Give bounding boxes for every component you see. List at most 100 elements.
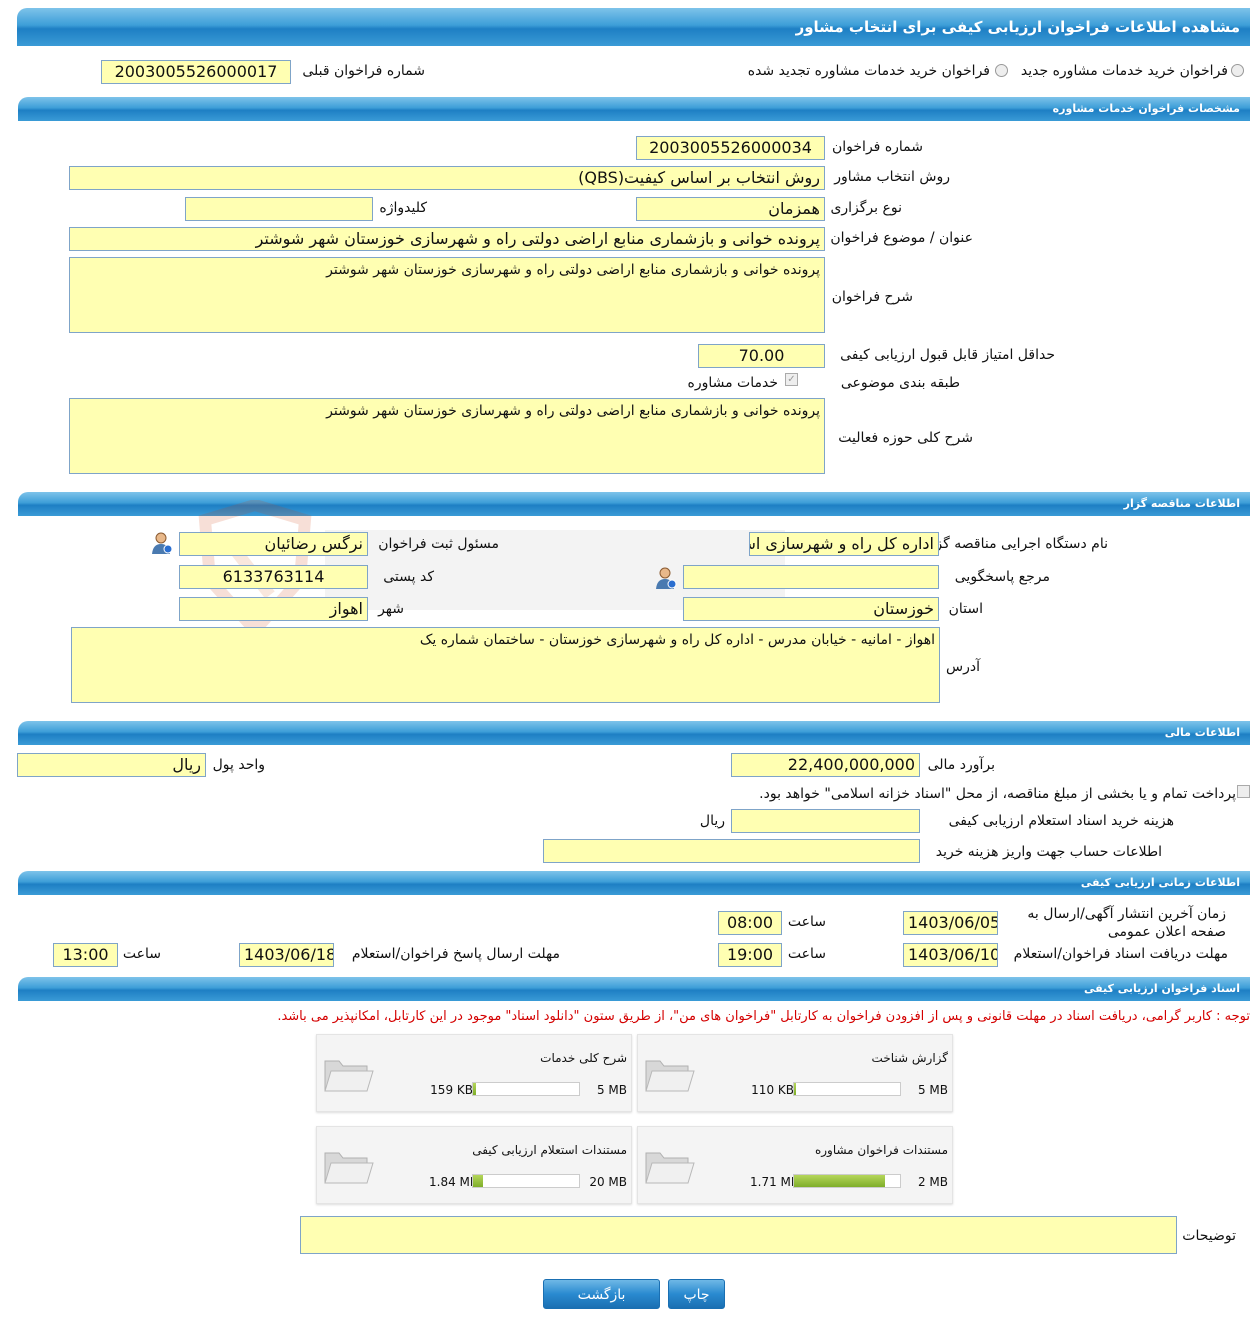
min-score-field[interactable]: 70.00 xyxy=(698,344,825,368)
document-progress-fill xyxy=(473,1175,483,1187)
folder-icon xyxy=(645,1060,695,1092)
radio-renewed[interactable] xyxy=(995,64,1008,77)
document-progress-fill xyxy=(794,1083,797,1095)
submit-date-field[interactable]: 1403/06/18 xyxy=(239,943,334,967)
section-finance-title: اطلاعات مالی xyxy=(1164,726,1240,739)
account-label: اطلاعات حساب جهت واریز هزینه خرید xyxy=(935,844,1162,860)
document-total-size: 20 MB xyxy=(589,1175,627,1189)
document-title: گزارش شناخت xyxy=(871,1051,948,1065)
document-card[interactable]: شرح کلی خدمات 159 KB 5 MB xyxy=(316,1034,632,1112)
address-textarea[interactable]: اهواز - امانیه - خیابان مدرس - اداره کل … xyxy=(71,627,940,703)
document-used-size: 159 KB xyxy=(430,1083,473,1097)
document-progress-bar xyxy=(793,1082,901,1096)
method-field[interactable]: روش انتخاب بر اساس کیفیت(QBS) xyxy=(69,166,825,190)
currency-label: واحد پول xyxy=(212,757,265,773)
type-label: نوع برگزاری xyxy=(830,200,902,216)
address-label: آدرس xyxy=(946,659,980,675)
publish-date-field[interactable]: 1403/06/05 xyxy=(903,911,998,935)
section-documents-title: اسناد فراخوان ارزیابی کیفی xyxy=(1083,982,1240,995)
prev-number-field[interactable]: 2003005526000017 xyxy=(101,60,291,84)
account-field[interactable] xyxy=(543,839,920,863)
section-specs-bar: مشخصات فراخوان خدمات مشاوره xyxy=(18,97,1250,121)
section-organizer-title: اطلاعات مناقصه گزار xyxy=(1123,497,1240,510)
radio-new[interactable] xyxy=(1231,64,1244,77)
province-label: استان xyxy=(948,601,983,617)
section-documents-bar: اسناد فراخوان ارزیابی کیفی xyxy=(18,977,1250,1001)
folder-icon xyxy=(324,1152,374,1184)
reference-field[interactable] xyxy=(683,565,939,589)
org-label: نام دستگاه اجرایی مناقصه گزار xyxy=(924,536,1108,552)
fee-label: هزینه خرید اسناد استعلام ارزیابی کیفی xyxy=(948,813,1174,829)
org-field[interactable]: اداره کل راه و شهرسازی استان خوزستان xyxy=(749,532,939,556)
registrar-field[interactable]: نرگس رضائیان xyxy=(179,532,368,556)
treasury-checkbox[interactable] xyxy=(1237,785,1250,798)
submit-time-label: ساعت xyxy=(122,946,161,962)
currency-field[interactable]: ریال xyxy=(17,753,206,777)
province-field[interactable]: خوزستان xyxy=(683,597,939,621)
comments-textarea[interactable] xyxy=(300,1216,1177,1254)
section-specs-title: مشخصات فراخوان خدمات مشاوره xyxy=(1052,102,1240,115)
section-organizer-bar: اطلاعات مناقصه گزار xyxy=(18,492,1250,516)
subject-field[interactable]: پرونده خوانی و بازشماری منابع اراضی دولت… xyxy=(69,227,825,251)
publish-time-field[interactable]: 08:00 xyxy=(718,911,782,935)
page-title: مشاهده اطلاعات فراخوان ارزیابی کیفی برای… xyxy=(795,18,1240,36)
receive-date-field[interactable]: 1403/06/10 xyxy=(903,943,998,967)
category-checkbox[interactable]: ✓ xyxy=(785,373,798,386)
number-label: شماره فراخوان xyxy=(832,139,923,155)
document-title: مستندات استعلام ارزیابی کیفی xyxy=(472,1143,627,1157)
scope-label: شرح کلی حوزه فعالیت xyxy=(838,430,973,446)
receive-label: مهلت دریافت اسناد فراخوان/استعلام xyxy=(1013,946,1228,962)
folder-icon xyxy=(324,1060,374,1092)
fee-field[interactable] xyxy=(731,809,920,833)
radio-new-label: فراخوان خرید خدمات مشاوره جدید xyxy=(1020,63,1228,79)
document-used-size: 110 KB xyxy=(751,1083,794,1097)
document-card[interactable]: مستندات فراخوان مشاوره 1.71 MB 2 MB xyxy=(637,1126,953,1204)
document-title: مستندات فراخوان مشاوره xyxy=(814,1143,948,1157)
number-field[interactable]: 2003005526000034 xyxy=(636,136,825,160)
min-score-label: حداقل امتیاز قابل قبول ارزیابی کیفی xyxy=(840,347,1055,363)
document-total-size: 5 MB xyxy=(596,1083,627,1097)
page-title-bar: مشاهده اطلاعات فراخوان ارزیابی کیفی برای… xyxy=(17,8,1250,46)
estimate-field[interactable]: 22,400,000,000 xyxy=(731,753,920,777)
city-label: شهر xyxy=(378,601,404,617)
city-field[interactable]: اهواز xyxy=(179,597,368,621)
section-finance-bar: اطلاعات مالی xyxy=(18,721,1250,745)
reference-user-icon[interactable] xyxy=(655,566,677,590)
document-progress-bar xyxy=(793,1174,901,1188)
document-used-size: 1.84 MB xyxy=(429,1175,479,1189)
radio-renewed-label: فراخوان خرید خدمات مشاوره تجدید شده xyxy=(747,63,990,79)
keyword-label: کلیدواژه xyxy=(379,200,427,216)
document-progress-bar xyxy=(472,1082,580,1096)
registrar-user-icon[interactable] xyxy=(151,531,173,555)
submit-time-field[interactable]: 13:00 xyxy=(53,943,118,967)
postal-label: کد پستی xyxy=(383,569,434,585)
document-card[interactable]: گزارش شناخت 110 KB 5 MB xyxy=(637,1034,953,1112)
section-timing-title: اطلاعات زمانی ارزیابی کیفی xyxy=(1080,876,1240,889)
folder-icon xyxy=(645,1152,695,1184)
document-progress-bar xyxy=(472,1174,580,1188)
receive-time-field[interactable]: 19:00 xyxy=(718,943,782,967)
publish-time-label: ساعت xyxy=(787,914,826,930)
subject-label: عنوان / موضوع فراخوان xyxy=(830,230,973,246)
description-textarea[interactable]: پرونده خوانی و بازشماری منابع اراضی دولت… xyxy=(69,257,825,333)
method-label: روش انتخاب مشاور xyxy=(834,169,950,185)
fee-unit: ریال xyxy=(699,813,725,829)
submit-label: مهلت ارسال پاسخ فراخوان/استعلام xyxy=(351,946,560,962)
scope-textarea[interactable]: پرونده خوانی و بازشماری منابع اراضی دولت… xyxy=(69,398,825,474)
receive-time-label: ساعت xyxy=(787,946,826,962)
treasury-text: پرداخت تمام و یا بخشی از مبلغ مناقصه، از… xyxy=(759,786,1236,802)
document-used-size: 1.71 MB xyxy=(750,1175,800,1189)
estimate-label: برآورد مالی xyxy=(927,757,995,773)
description-label: شرح فراخوان xyxy=(831,289,913,305)
keyword-field[interactable] xyxy=(185,197,373,221)
reference-label: مرجع پاسخگویی xyxy=(954,569,1050,585)
category-label: طبقه بندی موضوعی xyxy=(840,375,960,391)
category-option-label: خدمات مشاوره xyxy=(687,375,778,391)
document-card[interactable]: مستندات استعلام ارزیابی کیفی 1.84 MB 20 MB xyxy=(316,1126,632,1204)
postal-field[interactable]: 6133763114 xyxy=(179,565,368,589)
prev-number-label: شماره فراخوان قبلی xyxy=(302,63,425,79)
type-field[interactable]: همزمان xyxy=(636,197,825,221)
back-button[interactable]: بازگشت xyxy=(543,1279,660,1309)
print-button[interactable]: چاپ xyxy=(668,1279,725,1309)
document-title: شرح کلی خدمات xyxy=(540,1051,627,1065)
